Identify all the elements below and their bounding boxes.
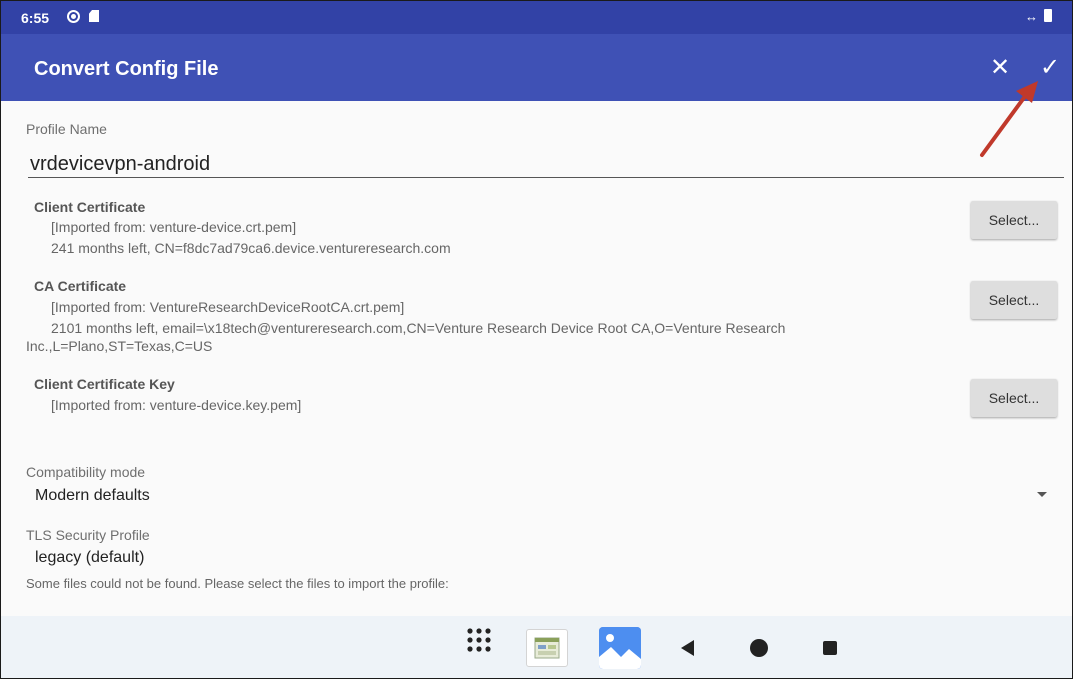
annotation-arrow [980,81,1038,157]
recents-icon[interactable] [823,641,837,655]
import-message: Some files could not be found. Please se… [26,576,449,591]
tls-profile-select[interactable]: legacy (default) [35,549,144,567]
navigation-bar [1,616,1072,678]
client-key-imported: [Imported from: venture-device.key.pem] [51,397,302,413]
ca-certificate-detail-cont: Inc.,L=Plano,ST=Texas,C=US [26,338,213,354]
status-bar: 6:55 ↔ [1,1,1072,34]
ca-certificate-title: CA Certificate [34,278,127,294]
app-thumbnail-icon [534,637,560,659]
sd-card-icon [89,10,99,22]
client-key-select-button[interactable]: Select... [971,379,1057,417]
tls-profile-label: TLS Security Profile [26,527,150,543]
app-bar: Convert Config File ✕ ✓ [1,34,1072,101]
profile-name-label: Profile Name [26,121,107,137]
app-drawer-icon[interactable] [467,628,491,652]
client-certificate-imported: [Imported from: venture-device.crt.pem] [51,219,297,235]
client-certificate-select-button[interactable]: Select... [971,201,1057,239]
ca-certificate-select-button[interactable]: Select... [971,281,1057,319]
screen: 6:55 ↔ Convert Config File ✕ ✓ Profile N… [0,0,1073,679]
ca-certificate-detail: 2101 months left, email=\x18tech@venture… [51,320,786,336]
ca-certificate-imported: [Imported from: VentureResearchDeviceRoo… [51,299,405,315]
client-certificate-title: Client Certificate [34,199,146,215]
compatibility-mode-select[interactable]: Modern defaults [35,487,150,505]
image-icon [599,627,641,669]
gallery-app-icon[interactable] [599,627,641,669]
profile-name-underline [28,177,1064,178]
check-icon[interactable]: ✓ [1040,53,1060,82]
profile-name-input[interactable]: vrdevicevpn-android [30,153,210,176]
data-transfer-icon: ↔ [1025,9,1038,24]
client-key-title: Client Certificate Key [34,376,175,392]
home-icon[interactable] [750,639,768,657]
sync-icon [67,10,80,23]
page-title: Convert Config File [34,58,219,80]
status-time: 6:55 [21,10,50,26]
recent-app-thumbnail[interactable] [526,629,568,667]
config-form: Profile Name vrdevicevpn-android Client … [1,101,1072,678]
chevron-down-icon[interactable] [1037,492,1047,497]
battery-icon [1044,9,1052,22]
client-certificate-detail: 241 months left, CN=f8dc7ad79ca6.device.… [51,240,451,256]
back-icon[interactable] [681,640,694,656]
close-icon[interactable]: ✕ [990,53,1010,82]
compatibility-mode-label: Compatibility mode [26,464,146,480]
